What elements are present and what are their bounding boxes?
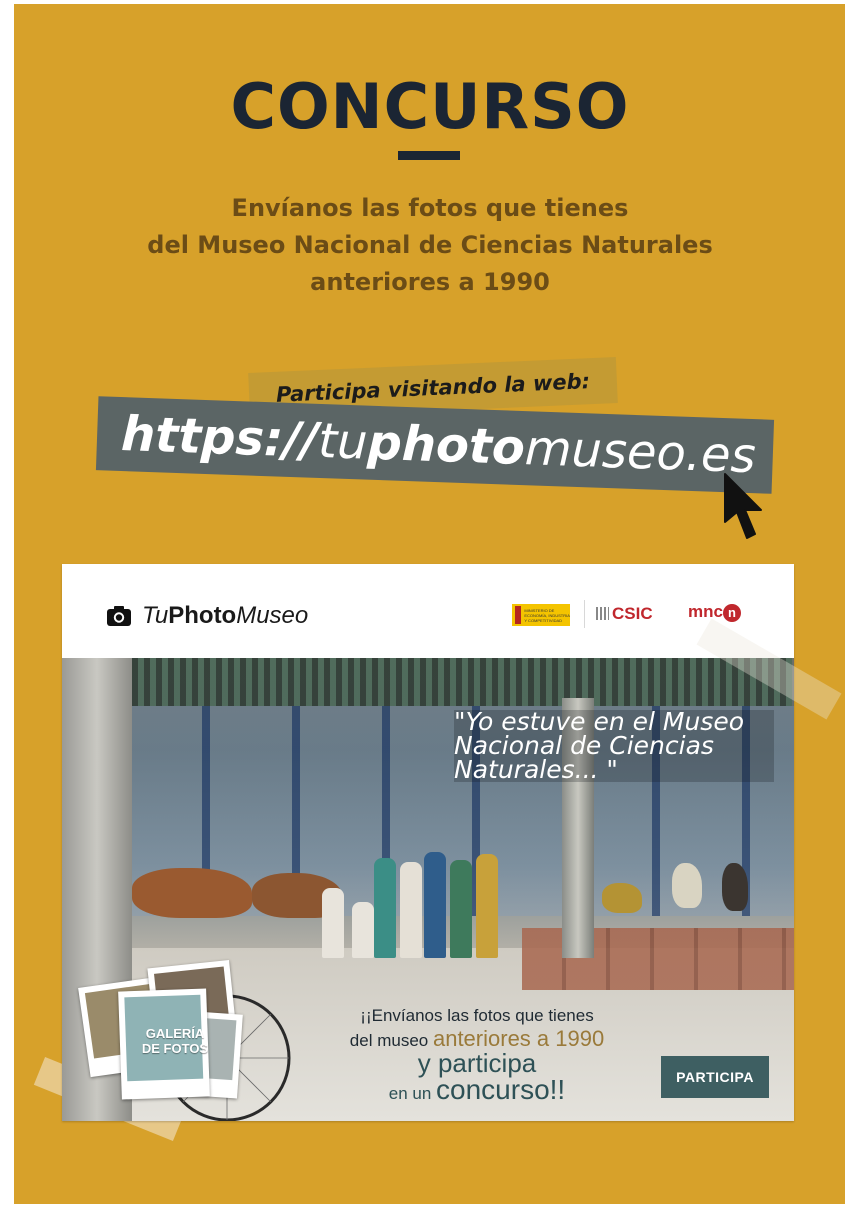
poster: CONCURSO Envíanos las fotos que tienes d… — [14, 4, 845, 1204]
ministerio-logo: MINISTERIO DE ECONOMÍA, INDUSTRIA Y COMP… — [512, 604, 570, 626]
cta-label-text: Participa visitando la web: — [275, 369, 591, 407]
website-url-link[interactable]: https://tuphotomuseo.es — [95, 396, 775, 494]
promo-line-1: ¡¡Envíanos las fotos que tienes — [360, 1006, 594, 1025]
mncn-text: mnc — [688, 602, 723, 621]
animal-figure — [602, 883, 642, 913]
gallery-label-line-1: GALERÍA — [145, 1026, 205, 1041]
promo-line-4-prefix: en un — [388, 1084, 437, 1103]
card-header: Tu Photo Museo MINISTERIO DE ECONOMÍA, IND… — [62, 564, 794, 658]
promo-line-4-suffix: !! — [549, 1074, 566, 1105]
page-title: CONCURSO — [230, 70, 630, 143]
website-preview-card: Tu Photo Museo MINISTERIO DE ECONOMÍA, IND… — [62, 564, 794, 1121]
participa-button[interactable]: PARTICIPA — [661, 1056, 769, 1098]
mouse-pointer-icon — [724, 473, 762, 539]
url-scheme: https:// — [120, 406, 320, 469]
gallery-label-line-2: DE FOTOS — [141, 1041, 209, 1056]
animal-figure — [722, 863, 748, 911]
hero-people — [312, 838, 522, 958]
mncn-circle: n — [722, 604, 741, 622]
person-figure — [374, 858, 396, 958]
photo-gallery-link[interactable]: GALERÍA DE FOTOS — [78, 959, 243, 1100]
hero-quote: "Yo estuve en el Museo Nacional de Cienc… — [454, 709, 774, 782]
csic-grid-icon — [596, 607, 609, 620]
promo-text: ¡¡Envíanos las fotos que tienes del muse… — [312, 1006, 642, 1106]
brand-part-photo: Photo — [168, 602, 237, 629]
person-figure — [352, 902, 374, 958]
subtitle-line-2: del Museo Nacional de Ciencias Naturales — [147, 231, 713, 259]
promo-line-4-highlight: concurso — [436, 1074, 550, 1105]
person-figure — [424, 852, 446, 958]
brand-part-tu: Tu — [142, 602, 169, 629]
gallery-label: GALERÍA DE FOTOS — [140, 1026, 210, 1056]
spain-shield-icon — [515, 606, 522, 624]
person-figure — [450, 860, 472, 958]
promo-line-3: y participa — [417, 1048, 537, 1078]
person-figure — [400, 862, 422, 958]
title-underline — [398, 151, 460, 160]
url-part-photo: photo — [366, 414, 526, 477]
camera-icon — [107, 606, 131, 626]
hero-ironwork — [102, 658, 792, 706]
csic-text: CSIC — [612, 604, 653, 623]
museum-hero-photo: "Yo estuve en el Museo Nacional de Cienc… — [62, 658, 794, 1121]
website-url[interactable]: https://tuphotomuseo.es — [120, 406, 756, 484]
subtitle-line-3: anteriores a 1990 — [310, 268, 550, 296]
partner-logos: MINISTERIO DE ECONOMÍA, INDUSTRIA Y COMP… — [512, 600, 772, 630]
brand-part-museo: Museo — [236, 602, 309, 629]
animal-figure — [672, 863, 702, 908]
url-part-tu: tu — [317, 412, 369, 471]
ministerio-text: MINISTERIO DE ECONOMÍA, INDUSTRIA Y COMP… — [524, 607, 570, 623]
promo-line-4: en un concurso!! — [312, 1074, 642, 1106]
logo-divider — [584, 600, 585, 628]
subtitle: Envíanos las fotos que tienes del Museo … — [14, 190, 845, 301]
person-figure — [476, 854, 498, 958]
tuphotomuseo-logo[interactable]: Tu Photo Museo — [106, 602, 308, 630]
csic-logo: CSIC — [596, 604, 653, 624]
mncn-logo: mnc n — [688, 602, 741, 622]
person-figure — [322, 888, 344, 958]
subtitle-line-1: Envíanos las fotos que tienes — [231, 194, 629, 222]
tiger-figure — [132, 868, 252, 918]
